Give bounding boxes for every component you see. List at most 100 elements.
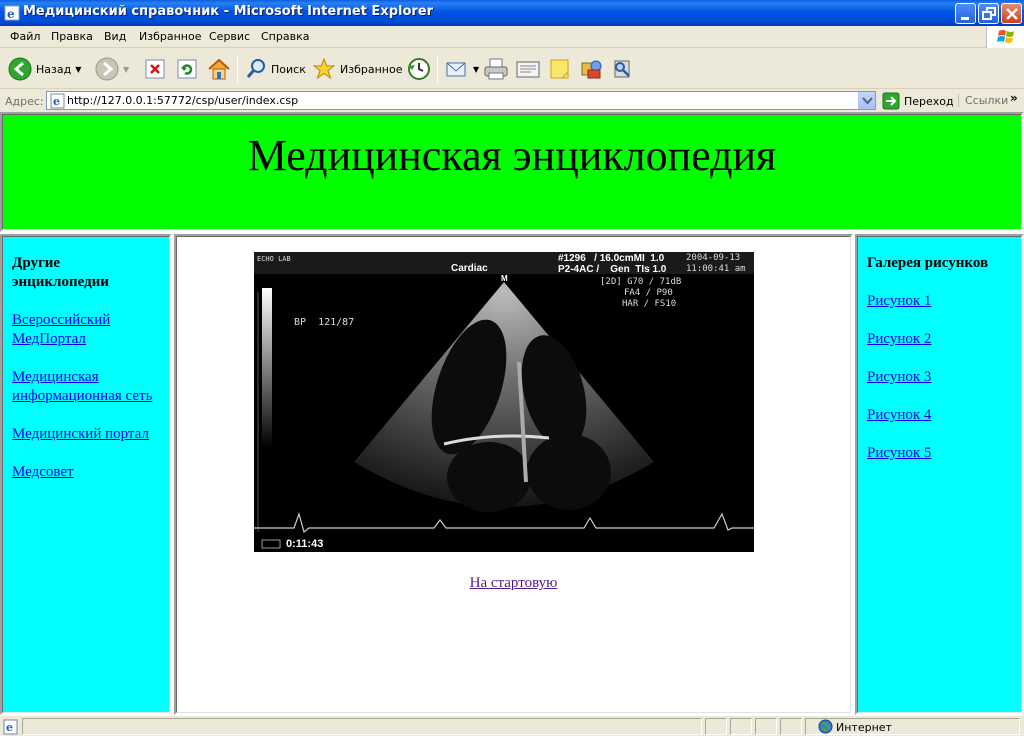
gallery-heading: Галерея рисунков [867,255,989,271]
refresh-button[interactable] [177,55,197,83]
edit-button[interactable] [515,55,541,83]
left-heading: Другие энциклопедии [12,255,109,290]
windows-flag-icon [997,30,1014,43]
history-icon [408,58,430,80]
svg-text:e: e [53,95,60,108]
gallery-link-5[interactable]: Рисунок 5 [867,444,1015,463]
status-cell [730,718,752,735]
status-bar: e Интернет [0,715,1024,736]
menu-file[interactable]: Файл [10,30,40,43]
mail-icon [446,62,466,77]
menu-edit[interactable]: Правка [51,30,93,43]
close-icon [1006,8,1018,20]
forward-arrow-icon [95,57,119,81]
home-button[interactable] [207,55,231,83]
center-frame: ECHO LAB Cardiac #1296 / 16.0cmMI 1.0 20… [174,234,853,715]
address-input[interactable]: e http://127.0.0.1:57772/csp/user/index.… [46,91,876,110]
menu-tools[interactable]: Сервис [209,30,250,43]
favorites-label: Избранное [340,62,403,76]
scan-time: 11:00:41 am [686,264,746,274]
gallery-link-1[interactable]: Рисунок 1 [867,292,1015,311]
scan-date: 2004-09-13 [686,253,741,263]
research-button[interactable] [610,55,634,83]
link-medinfonet[interactable]: Медицинская информационная сеть [12,368,160,406]
discuss-button[interactable] [548,55,572,83]
page-icon: e [50,93,65,109]
left-nav: Другие энциклопедии Всероссийский МедПор… [12,254,160,501]
chevron-right-icon[interactable]: » [1010,91,1018,105]
forward-button[interactable]: ▼ [95,55,129,83]
edit-document-icon [516,61,540,78]
favorites-star-icon [312,57,336,80]
toolbar: Назад ▼ ▼ Поиск Избранное ▼ [0,49,1024,89]
scan-id-line: #1296 / 16.0cmMI 1.0 [558,253,665,264]
toolbar-separator [237,55,238,83]
page-title: Медицинская энциклопедия [247,131,777,180]
scan-lab-label: ECHO LAB [257,255,291,263]
search-icon [246,59,265,78]
link-medical-portal[interactable]: Медицинский портал [12,425,160,444]
stop-icon [145,59,165,79]
header-frame: Медицинская энциклопедия [0,112,1024,232]
toolbar-separator [437,55,438,83]
restore-icon [982,7,996,20]
link-medportal[interactable]: Всероссийский МедПортал [12,311,160,349]
scan-view-line: P2-4AC / Gen TIs 1.0 [558,264,667,275]
minimize-button[interactable] [955,3,976,24]
menu-bar: Файл Правка Вид Избранное Сервис Справка [0,26,1024,48]
gallery-link-4[interactable]: Рисунок 4 [867,406,1015,425]
scan-params-3: HAR / FS10 [622,299,677,309]
address-bar: Адрес: e http://127.0.0.1:57772/csp/user… [0,90,1024,112]
close-window-button[interactable] [1001,3,1022,24]
scan-params-2: FA4 / P90 [624,288,673,298]
gallery-link-2[interactable]: Рисунок 2 [867,330,1015,349]
link-medsovet[interactable]: Медсовет [12,463,160,482]
menu-view[interactable]: Вид [104,30,126,43]
favorites-button[interactable]: Избранное [312,55,402,83]
research-icon [614,60,630,78]
go-label: Переход [904,94,954,108]
svg-text:e: e [7,7,15,21]
go-button[interactable]: Переход [882,92,954,110]
print-button[interactable] [483,55,509,83]
page-viewport: Медицинская энциклопедия Другие энциклоп… [0,112,1024,715]
status-cell [780,718,802,735]
status-message-cell [22,718,702,735]
address-dropdown-button[interactable] [858,92,875,109]
go-arrow-icon [882,92,900,110]
menu-favorites[interactable]: Избранное [139,30,201,43]
messenger-icon [581,60,602,79]
scan-mode: Cardiac [451,263,488,274]
security-zone-label: Интернет [836,721,892,734]
menu-help[interactable]: Справка [261,30,309,43]
back-button[interactable]: Назад ▼ [8,55,81,83]
history-button[interactable] [406,55,432,83]
ie-app-icon: e [4,5,20,21]
maximize-button[interactable] [978,3,999,24]
mail-dropdown-icon[interactable]: ▼ [473,65,479,74]
gallery-nav: Галерея рисунков Рисунок 1 Рисунок 2 Рис… [867,254,1015,482]
left-frame: Другие энциклопедии Всероссийский МедПор… [0,234,172,715]
mail-button[interactable]: ▼ [445,55,479,83]
links-toolbar[interactable]: Ссылки [958,94,1008,107]
scan-params-1: [2D] G70 / 71dB [600,277,682,287]
scan-clip-time: 0:11:43 [286,538,324,550]
forward-dropdown-icon[interactable]: ▼ [123,65,129,74]
window-title: Медицинский справочник - Microsoft Inter… [23,4,434,19]
messenger-button[interactable] [579,55,605,83]
gallery-link-3[interactable]: Рисунок 3 [867,368,1015,387]
scan-bp: BP 121/87 [294,317,355,328]
home-link[interactable]: На стартовую [176,575,851,592]
back-label: Назад [36,62,72,76]
address-url: http://127.0.0.1:57772/csp/user/index.cs… [67,94,299,107]
status-cell [755,718,777,735]
back-dropdown-icon[interactable]: ▼ [75,65,81,74]
home-icon [208,58,230,80]
echocardiogram-image: ECHO LAB Cardiac #1296 / 16.0cmMI 1.0 20… [254,252,754,552]
search-button[interactable]: Поиск [245,55,306,83]
windows-logo [986,26,1024,48]
status-cell [705,718,727,735]
globe-icon [818,719,833,734]
search-label: Поиск [271,62,306,76]
stop-button[interactable] [145,55,165,83]
